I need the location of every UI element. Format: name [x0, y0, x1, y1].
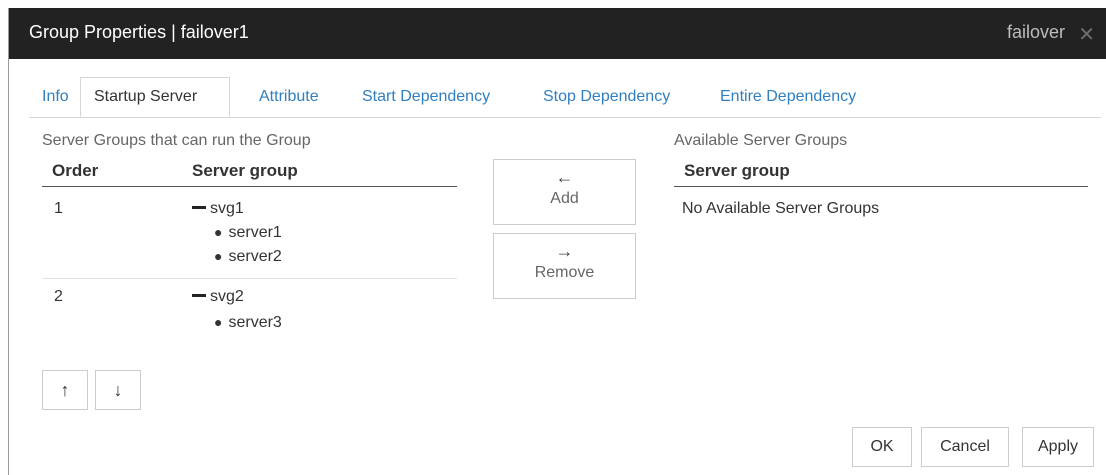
server-group-name: svg1 [210, 200, 244, 217]
apply-button[interactable]: Apply [1022, 427, 1094, 467]
server-item: ● server3 [214, 314, 282, 332]
bullet-icon: ● [214, 314, 223, 330]
add-button[interactable]: ← Add [493, 159, 636, 225]
server-item: ● server2 [214, 248, 282, 266]
dialog-title: Group Properties | failover1 [29, 22, 249, 42]
group-type-label: failover [1006, 22, 1065, 42]
server-group-name: svg2 [210, 288, 244, 305]
header-divider [674, 186, 1088, 187]
tab-entire-dependency[interactable]: Entire Dependency [707, 77, 869, 116]
server-group-item: svg1 [192, 200, 244, 218]
tab-bar: Info Startup Server Attribute Start Depe… [29, 77, 1101, 118]
available-groups-title: Available Server Groups [674, 132, 848, 149]
row-order: 2 [54, 288, 63, 305]
title-bar: Group Properties | failover1 failover ✕ [9, 8, 1106, 59]
ok-button[interactable]: OK [852, 427, 912, 467]
arrow-left-icon: ← [555, 167, 574, 187]
move-down-button[interactable]: ↓ [95, 370, 141, 410]
column-order: Order [52, 161, 99, 180]
cancel-button[interactable]: Cancel [921, 427, 1009, 467]
runnable-groups-title: Server Groups that can run the Group [42, 132, 311, 149]
row-order: 1 [54, 200, 63, 217]
close-icon[interactable]: ✕ [1078, 22, 1095, 47]
tab-stop-dependency[interactable]: Stop Dependency [530, 77, 683, 116]
server-name: server2 [228, 248, 282, 265]
server-group-item: svg2 [192, 288, 244, 306]
tab-attribute[interactable]: Attribute [246, 77, 332, 116]
remove-button[interactable]: → Remove [493, 233, 636, 299]
move-up-button[interactable]: ↑ [42, 370, 88, 410]
empty-list-message: No Available Server Groups [682, 200, 880, 217]
server-name: server3 [228, 314, 282, 331]
bullet-icon: ● [214, 248, 223, 264]
row-divider [42, 278, 457, 279]
add-button-label: Add [550, 190, 579, 207]
tab-start-dependency[interactable]: Start Dependency [349, 77, 503, 116]
server-name: server1 [228, 224, 282, 241]
group-properties-dialog: Group Properties | failover1 failover ✕ … [8, 8, 1106, 475]
tab-info[interactable]: Info [29, 77, 82, 116]
tab-startup-server[interactable]: Startup Server [80, 77, 230, 117]
column-available-server-group: Server group [684, 161, 790, 180]
bullet-icon: ● [214, 224, 223, 240]
column-server-group: Server group [192, 161, 298, 180]
header-divider [42, 186, 457, 187]
remove-button-label: Remove [534, 264, 595, 281]
arrow-right-icon: → [555, 241, 574, 261]
collapse-dash-icon [192, 206, 206, 210]
server-item: ● server1 [214, 224, 282, 242]
collapse-dash-icon [192, 294, 206, 298]
